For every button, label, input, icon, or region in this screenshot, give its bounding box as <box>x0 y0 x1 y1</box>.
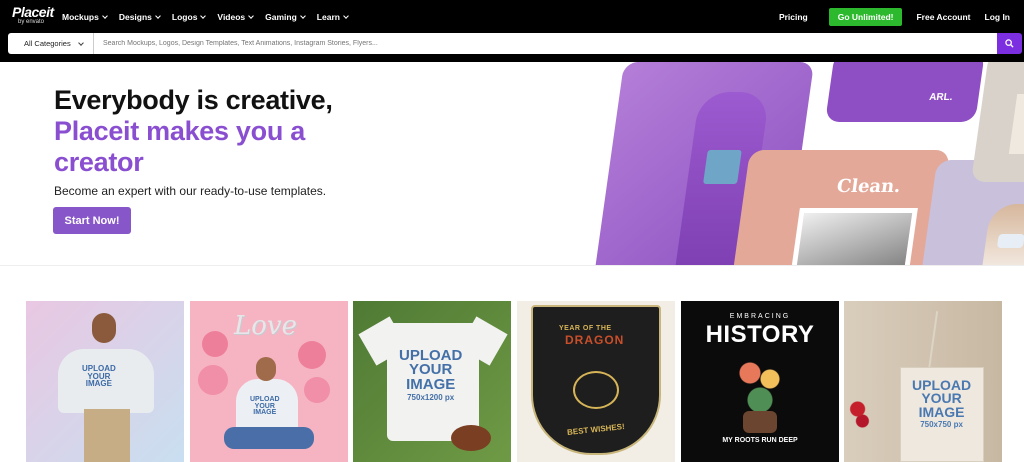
image-word: IMAGE <box>253 409 277 417</box>
chevron-down-icon <box>248 13 254 19</box>
hero-title-line1: Everybody is creative, <box>54 85 333 115</box>
size-label: 750x1200 px <box>407 392 455 402</box>
dress-print <box>703 150 742 184</box>
football <box>451 425 491 451</box>
dragon-title-text: DRAGON <box>565 333 625 347</box>
person-head <box>92 313 116 343</box>
embracing-text: EMBRACING <box>729 313 791 320</box>
main-nav: Mockups Designs Logos Videos Gaming Lear… <box>62 0 360 34</box>
top-nav-bar: Placeit by envato Mockups Designs Logos … <box>0 0 1024 34</box>
balloon-word: Love <box>234 311 297 341</box>
pricing-link[interactable]: Pricing <box>779 12 808 22</box>
template-cards-row: UPLOAD YOUR IMAGE Love UPLOAD YOUR IMAGE… <box>26 301 1006 462</box>
logo-byline: by envato <box>18 19 45 25</box>
category-select-label: All Categories <box>24 39 71 48</box>
flower-art <box>735 355 785 415</box>
template-card-history[interactable]: EMBRACING HISTORY MY ROOTS RUN DEEP <box>681 301 839 462</box>
person-jeans <box>224 427 314 449</box>
history-text: HISTORY <box>705 321 815 348</box>
card6-upload-text: UPLOAD YOUR IMAGE 750x750 px <box>912 378 971 429</box>
start-now-button[interactable]: Start Now! <box>53 207 131 234</box>
hand-art <box>743 411 777 433</box>
nav-logos-label: Logos <box>171 12 198 22</box>
heart-balloon <box>298 341 326 369</box>
nav-designs-label: Designs <box>118 12 152 22</box>
clean-text: Clean. <box>835 176 903 197</box>
hero-title-line2: Placeit makes you a <box>54 116 305 146</box>
heart-balloon <box>198 365 228 395</box>
portrait-photo <box>780 208 918 265</box>
tote-bag <box>1008 94 1024 154</box>
dragon-emblem <box>573 371 619 409</box>
nav-videos-label: Videos <box>217 12 246 22</box>
tote-strap <box>927 311 939 371</box>
collage-clean-image: Clean. <box>721 150 951 265</box>
go-unlimited-button[interactable]: Go Unlimited! <box>828 8 903 26</box>
search-input[interactable] <box>94 33 997 54</box>
hero-subtitle: Become an expert with our ready-to-use t… <box>54 184 327 198</box>
nav-mockups-label: Mockups <box>62 12 99 22</box>
person-head <box>256 357 276 381</box>
card3-upload-text: UPLOAD YOUR IMAGE 750x1200 px <box>399 348 462 402</box>
hero-title-line3: creator <box>54 147 144 177</box>
nav-learn-label: Learn <box>316 12 340 22</box>
placeit-logo[interactable]: Placeit by envato <box>12 5 56 31</box>
template-card-dragon[interactable]: YEAR OF THE DRAGON BEST WISHES! <box>517 301 675 462</box>
template-card-tote[interactable]: UPLOAD YOUR IMAGE 750x750 px <box>844 301 1002 462</box>
nav-mockups[interactable]: Mockups <box>62 12 108 22</box>
category-select[interactable]: All Categories <box>8 33 94 54</box>
nav-videos[interactable]: Videos <box>217 12 254 22</box>
account-nav: Pricing Go Unlimited! Free Account Log I… <box>779 0 1010 34</box>
dragon-year-text: YEAR OF THE <box>559 325 612 332</box>
person-pants <box>84 409 130 462</box>
nav-logos[interactable]: Logos <box>171 12 207 22</box>
face-mask <box>996 234 1024 248</box>
collage-purple-card: ARL. <box>825 62 985 122</box>
chevron-down-icon <box>200 13 207 19</box>
card2-upload-text: UPLOAD YOUR IMAGE <box>250 396 280 417</box>
hero-collage: Clean. ARL. YIN <box>560 62 1024 265</box>
nav-designs[interactable]: Designs <box>118 12 161 22</box>
image-word: IMAGE <box>918 403 965 420</box>
login-link[interactable]: Log In <box>985 12 1011 22</box>
chevron-down-icon <box>299 13 306 19</box>
search-bar: All Categories <box>0 30 1024 62</box>
chevron-down-icon <box>155 13 161 19</box>
heart-balloon <box>202 331 228 357</box>
card-text-fragment: ARL. <box>928 92 954 103</box>
hero-section: Everybody is creative, Placeit makes you… <box>0 62 1024 266</box>
chevron-down-icon <box>77 39 84 46</box>
card1-upload-text: UPLOAD YOUR IMAGE <box>82 365 116 388</box>
search-button[interactable] <box>997 33 1022 54</box>
flowers-vase <box>848 393 872 433</box>
heart-balloon <box>304 377 330 403</box>
template-card-love[interactable]: Love UPLOAD YOUR IMAGE <box>190 301 348 462</box>
nav-gaming[interactable]: Gaming <box>265 12 306 22</box>
template-card-sweatshirt[interactable]: UPLOAD YOUR IMAGE <box>26 301 184 462</box>
image-word: IMAGE <box>406 375 456 393</box>
size-label: 750x750 px <box>920 419 963 429</box>
roots-text: MY ROOTS RUN DEEP <box>722 437 798 444</box>
chevron-down-icon <box>102 13 108 19</box>
logo-wordmark: Placeit <box>12 4 54 20</box>
image-word: IMAGE <box>85 379 112 389</box>
template-card-tshirt[interactable]: UPLOAD YOUR IMAGE 750x1200 px <box>353 301 511 462</box>
chevron-down-icon <box>343 13 349 19</box>
search-icon <box>1005 39 1014 48</box>
nav-learn[interactable]: Learn <box>316 12 349 22</box>
nav-gaming-label: Gaming <box>265 12 297 22</box>
free-account-link[interactable]: Free Account <box>916 12 970 22</box>
